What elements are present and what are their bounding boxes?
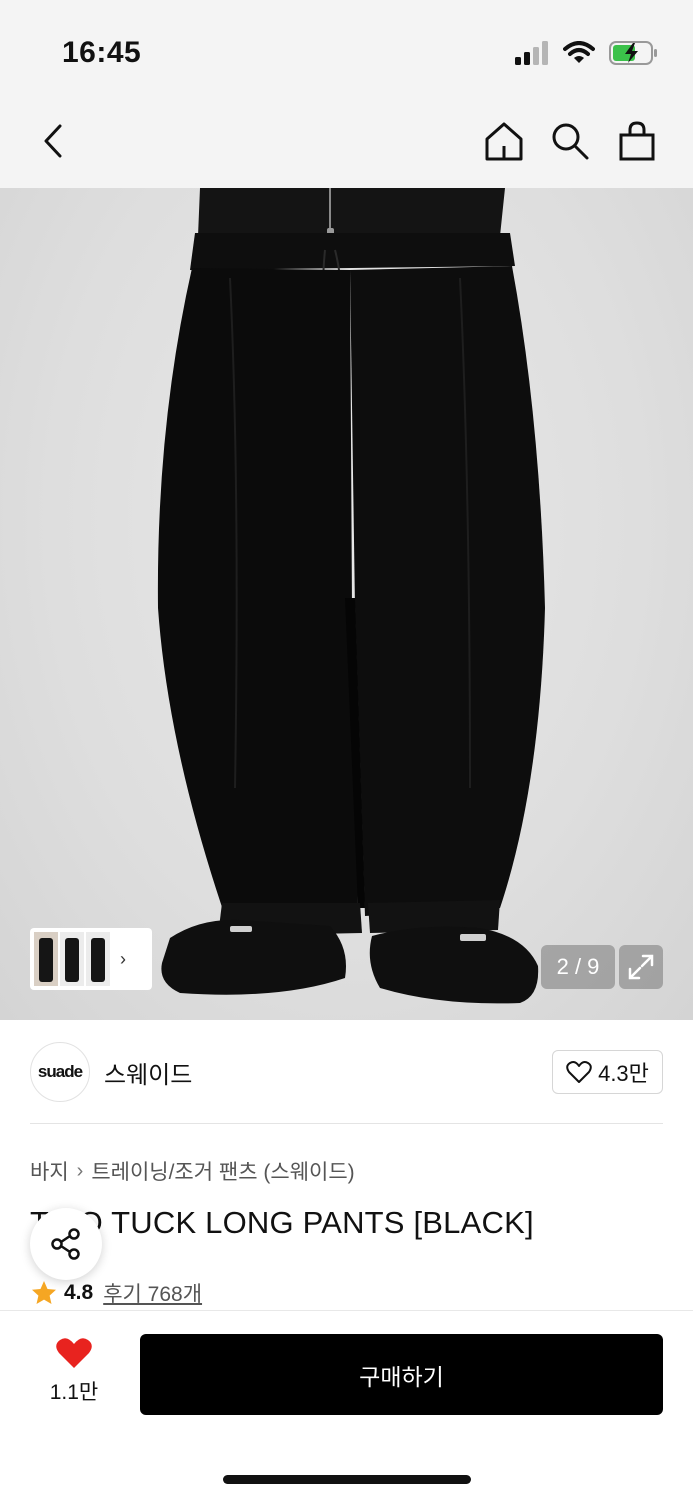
- shopping-bag-icon: [619, 121, 655, 161]
- signal-icon: [515, 41, 548, 65]
- expand-button[interactable]: [619, 945, 663, 989]
- top-navigation: [0, 100, 693, 188]
- thumbnail-image[interactable]: [34, 932, 58, 986]
- share-button[interactable]: [30, 1208, 102, 1280]
- product-title: TWO TUCK LONG PANTS [BLACK]: [30, 1205, 534, 1240]
- heart-filled-icon: [56, 1338, 92, 1368]
- battery-charging-icon: [609, 41, 657, 65]
- wish-count: 1.1만: [49, 1381, 99, 1404]
- search-button[interactable]: [547, 118, 593, 164]
- review-count-link[interactable]: 후기 768개: [103, 1278, 202, 1308]
- home-button[interactable]: [481, 118, 527, 164]
- brand-name[interactable]: 스웨이드: [104, 1055, 192, 1090]
- divider: [30, 1123, 663, 1124]
- home-icon: [485, 122, 523, 161]
- status-bar: 16:45: [0, 0, 693, 100]
- rating-value: 4.8: [64, 1281, 94, 1304]
- buy-button[interactable]: 구매하기: [140, 1334, 663, 1415]
- cart-button[interactable]: [614, 118, 660, 164]
- brand-like-count: 4.3만: [598, 1061, 649, 1086]
- product-photo: [157, 188, 545, 1004]
- heart-outline-icon: [566, 1061, 592, 1083]
- brand-logo[interactable]: suade: [30, 1042, 90, 1102]
- breadcrumb: 바지 › 트레이닝/조거 팬츠 (스웨이드): [30, 1156, 355, 1186]
- chevron-left-icon: [44, 124, 62, 158]
- share-icon: [51, 1228, 80, 1260]
- breadcrumb-item[interactable]: 트레이닝/조거 팬츠 (스웨이드): [91, 1156, 354, 1186]
- status-icons: [515, 40, 659, 66]
- breadcrumb-item[interactable]: 바지: [30, 1156, 69, 1186]
- thumbnail-image[interactable]: [86, 932, 110, 986]
- brand-row: suade 스웨이드 4.3만: [30, 1040, 663, 1104]
- search-icon: [552, 123, 589, 160]
- home-indicator: [223, 1475, 471, 1484]
- product-image[interactable]: [0, 188, 693, 1020]
- wish-button[interactable]: 1.1만: [42, 1336, 106, 1406]
- back-button[interactable]: [30, 118, 76, 164]
- rating-row: 4.8 후기 768개: [30, 1278, 202, 1308]
- expand-icon: [628, 954, 654, 980]
- chevron-right-icon[interactable]: ›: [112, 949, 134, 970]
- star-icon: [32, 1281, 56, 1304]
- image-page-indicator: 2 / 9: [541, 945, 615, 989]
- thumbnail-strip[interactable]: ›: [30, 928, 152, 990]
- breadcrumb-separator-icon: ›: [76, 1159, 84, 1182]
- wifi-icon: [563, 41, 595, 63]
- thumbnail-image[interactable]: [60, 932, 84, 986]
- brand-like-button[interactable]: 4.3만: [552, 1050, 663, 1094]
- status-time: 16:45: [62, 36, 142, 69]
